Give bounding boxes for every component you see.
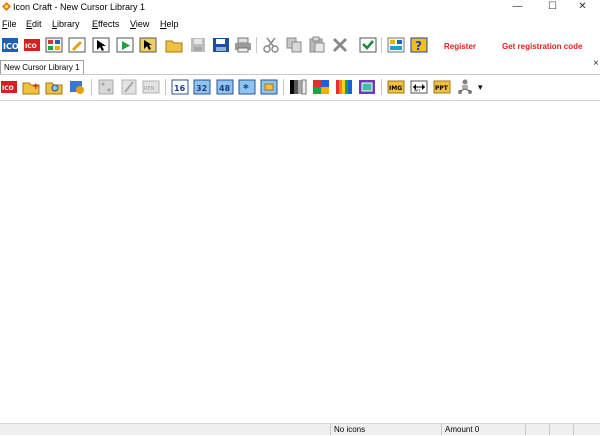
- ico-red-icon[interactable]: ICO: [0, 78, 18, 96]
- ppt-export-icon[interactable]: PPT: [433, 78, 451, 96]
- image-grid-icon[interactable]: [45, 36, 63, 54]
- image-export-icon[interactable]: IMG: [387, 78, 405, 96]
- chevron-down-icon[interactable]: ▾: [478, 82, 483, 93]
- toolbar-separator: [165, 79, 166, 95]
- properties-icon[interactable]: [387, 36, 405, 54]
- svg-text:ICO: ICO: [3, 42, 19, 51]
- cut-icon[interactable]: [262, 36, 280, 54]
- menu-file[interactable]: File: [2, 19, 17, 29]
- animated-cursor-icon[interactable]: [116, 36, 134, 54]
- network-icon[interactable]: [456, 78, 474, 96]
- status-cell-blank: [573, 424, 600, 435]
- status-cell-blank: [549, 424, 573, 435]
- close-tab-icon[interactable]: ×: [593, 58, 599, 69]
- svg-text:?: ?: [415, 39, 422, 53]
- rename-disabled-icon: REN: [142, 78, 160, 96]
- svg-text:PPT: PPT: [414, 89, 421, 93]
- add-to-library-icon[interactable]: +: [22, 78, 40, 96]
- app-icon: [2, 2, 11, 11]
- save-icon[interactable]: [212, 36, 230, 54]
- close-button[interactable]: ✕: [565, 0, 600, 14]
- svg-text:32: 32: [196, 84, 207, 93]
- cursor-hotspot-icon[interactable]: [139, 36, 157, 54]
- status-icon-count: No icons: [330, 424, 439, 435]
- svg-text:ICO: ICO: [2, 85, 14, 92]
- svg-text:16: 16: [174, 84, 186, 93]
- custom-size-icon[interactable]: *: [238, 78, 256, 96]
- svg-text:*: *: [243, 82, 249, 95]
- toolbar-separator: [283, 79, 284, 95]
- extract-icon[interactable]: [68, 78, 86, 96]
- ico-red-icon[interactable]: ICO: [23, 36, 41, 54]
- library-toolbar: ICO + REN 16 32 48 * IMG PPT PPT ▾: [0, 76, 600, 101]
- edit-icon-icon[interactable]: [68, 36, 86, 54]
- gradient-icon[interactable]: [358, 78, 376, 96]
- color-quad-icon[interactable]: [312, 78, 330, 96]
- size-16-icon[interactable]: 16: [171, 78, 189, 96]
- toolbar-separator: [256, 37, 257, 53]
- main-toolbar: ICO ICO ? Register Get registration code: [0, 34, 600, 58]
- edit-disabled-icon: [120, 78, 138, 96]
- toolbar-separator: [381, 79, 382, 95]
- cursor-arrow-icon[interactable]: [92, 36, 110, 54]
- menu-effects[interactable]: Effects: [92, 19, 119, 29]
- frame-size-icon[interactable]: [260, 78, 278, 96]
- grayscale-icon[interactable]: [289, 78, 307, 96]
- svg-text:48: 48: [219, 84, 231, 93]
- paste-icon[interactable]: [308, 36, 326, 54]
- tab-new-cursor-library-1[interactable]: New Cursor Library 1: [0, 60, 84, 74]
- resize-horizontal-icon[interactable]: PPT: [410, 78, 428, 96]
- ico-file-icon[interactable]: ICO: [1, 36, 19, 54]
- register-link[interactable]: Register: [444, 42, 476, 51]
- minimize-button[interactable]: —: [500, 0, 535, 14]
- window-title: Icon Craft - New Cursor Library 1: [13, 2, 146, 12]
- size-32-icon[interactable]: 32: [193, 78, 211, 96]
- toolbar-separator: [91, 79, 92, 95]
- svg-text:REN: REN: [144, 86, 155, 92]
- menu-view[interactable]: View: [130, 19, 149, 29]
- menu-bar: File Edit Library Effects View Help: [0, 16, 600, 31]
- svg-text:PPT: PPT: [435, 85, 449, 92]
- svg-text:IMG: IMG: [389, 85, 402, 92]
- svg-text:ICO: ICO: [25, 43, 37, 50]
- palette-icon[interactable]: [335, 78, 353, 96]
- status-cell-empty: [0, 424, 330, 435]
- copy-icon[interactable]: [285, 36, 303, 54]
- library-canvas[interactable]: [0, 101, 600, 421]
- check-icon[interactable]: [359, 36, 377, 54]
- menu-library[interactable]: Library: [52, 19, 80, 29]
- delete-icon[interactable]: [331, 36, 349, 54]
- document-tab-bar: New Cursor Library 1 ×: [0, 58, 600, 75]
- grid-disabled-icon: [97, 78, 115, 96]
- open-folder-icon[interactable]: [165, 36, 183, 54]
- title-bar: Icon Craft - New Cursor Library 1 — ☐ ✕: [0, 0, 600, 15]
- save-disabled-icon: [189, 36, 207, 54]
- svg-text:+: +: [32, 82, 40, 92]
- toolbar-separator: [381, 37, 382, 53]
- status-cell-blank: [525, 424, 549, 435]
- menu-edit[interactable]: Edit: [26, 19, 42, 29]
- menu-help[interactable]: Help: [160, 19, 179, 29]
- status-bar: No icons Amount 0: [0, 423, 600, 435]
- print-icon[interactable]: [234, 36, 252, 54]
- search-library-icon[interactable]: [45, 78, 63, 96]
- size-48-icon[interactable]: 48: [216, 78, 234, 96]
- status-amount: Amount 0: [441, 424, 525, 435]
- help-icon[interactable]: ?: [410, 36, 428, 54]
- get-registration-code-link[interactable]: Get registration code: [502, 42, 582, 51]
